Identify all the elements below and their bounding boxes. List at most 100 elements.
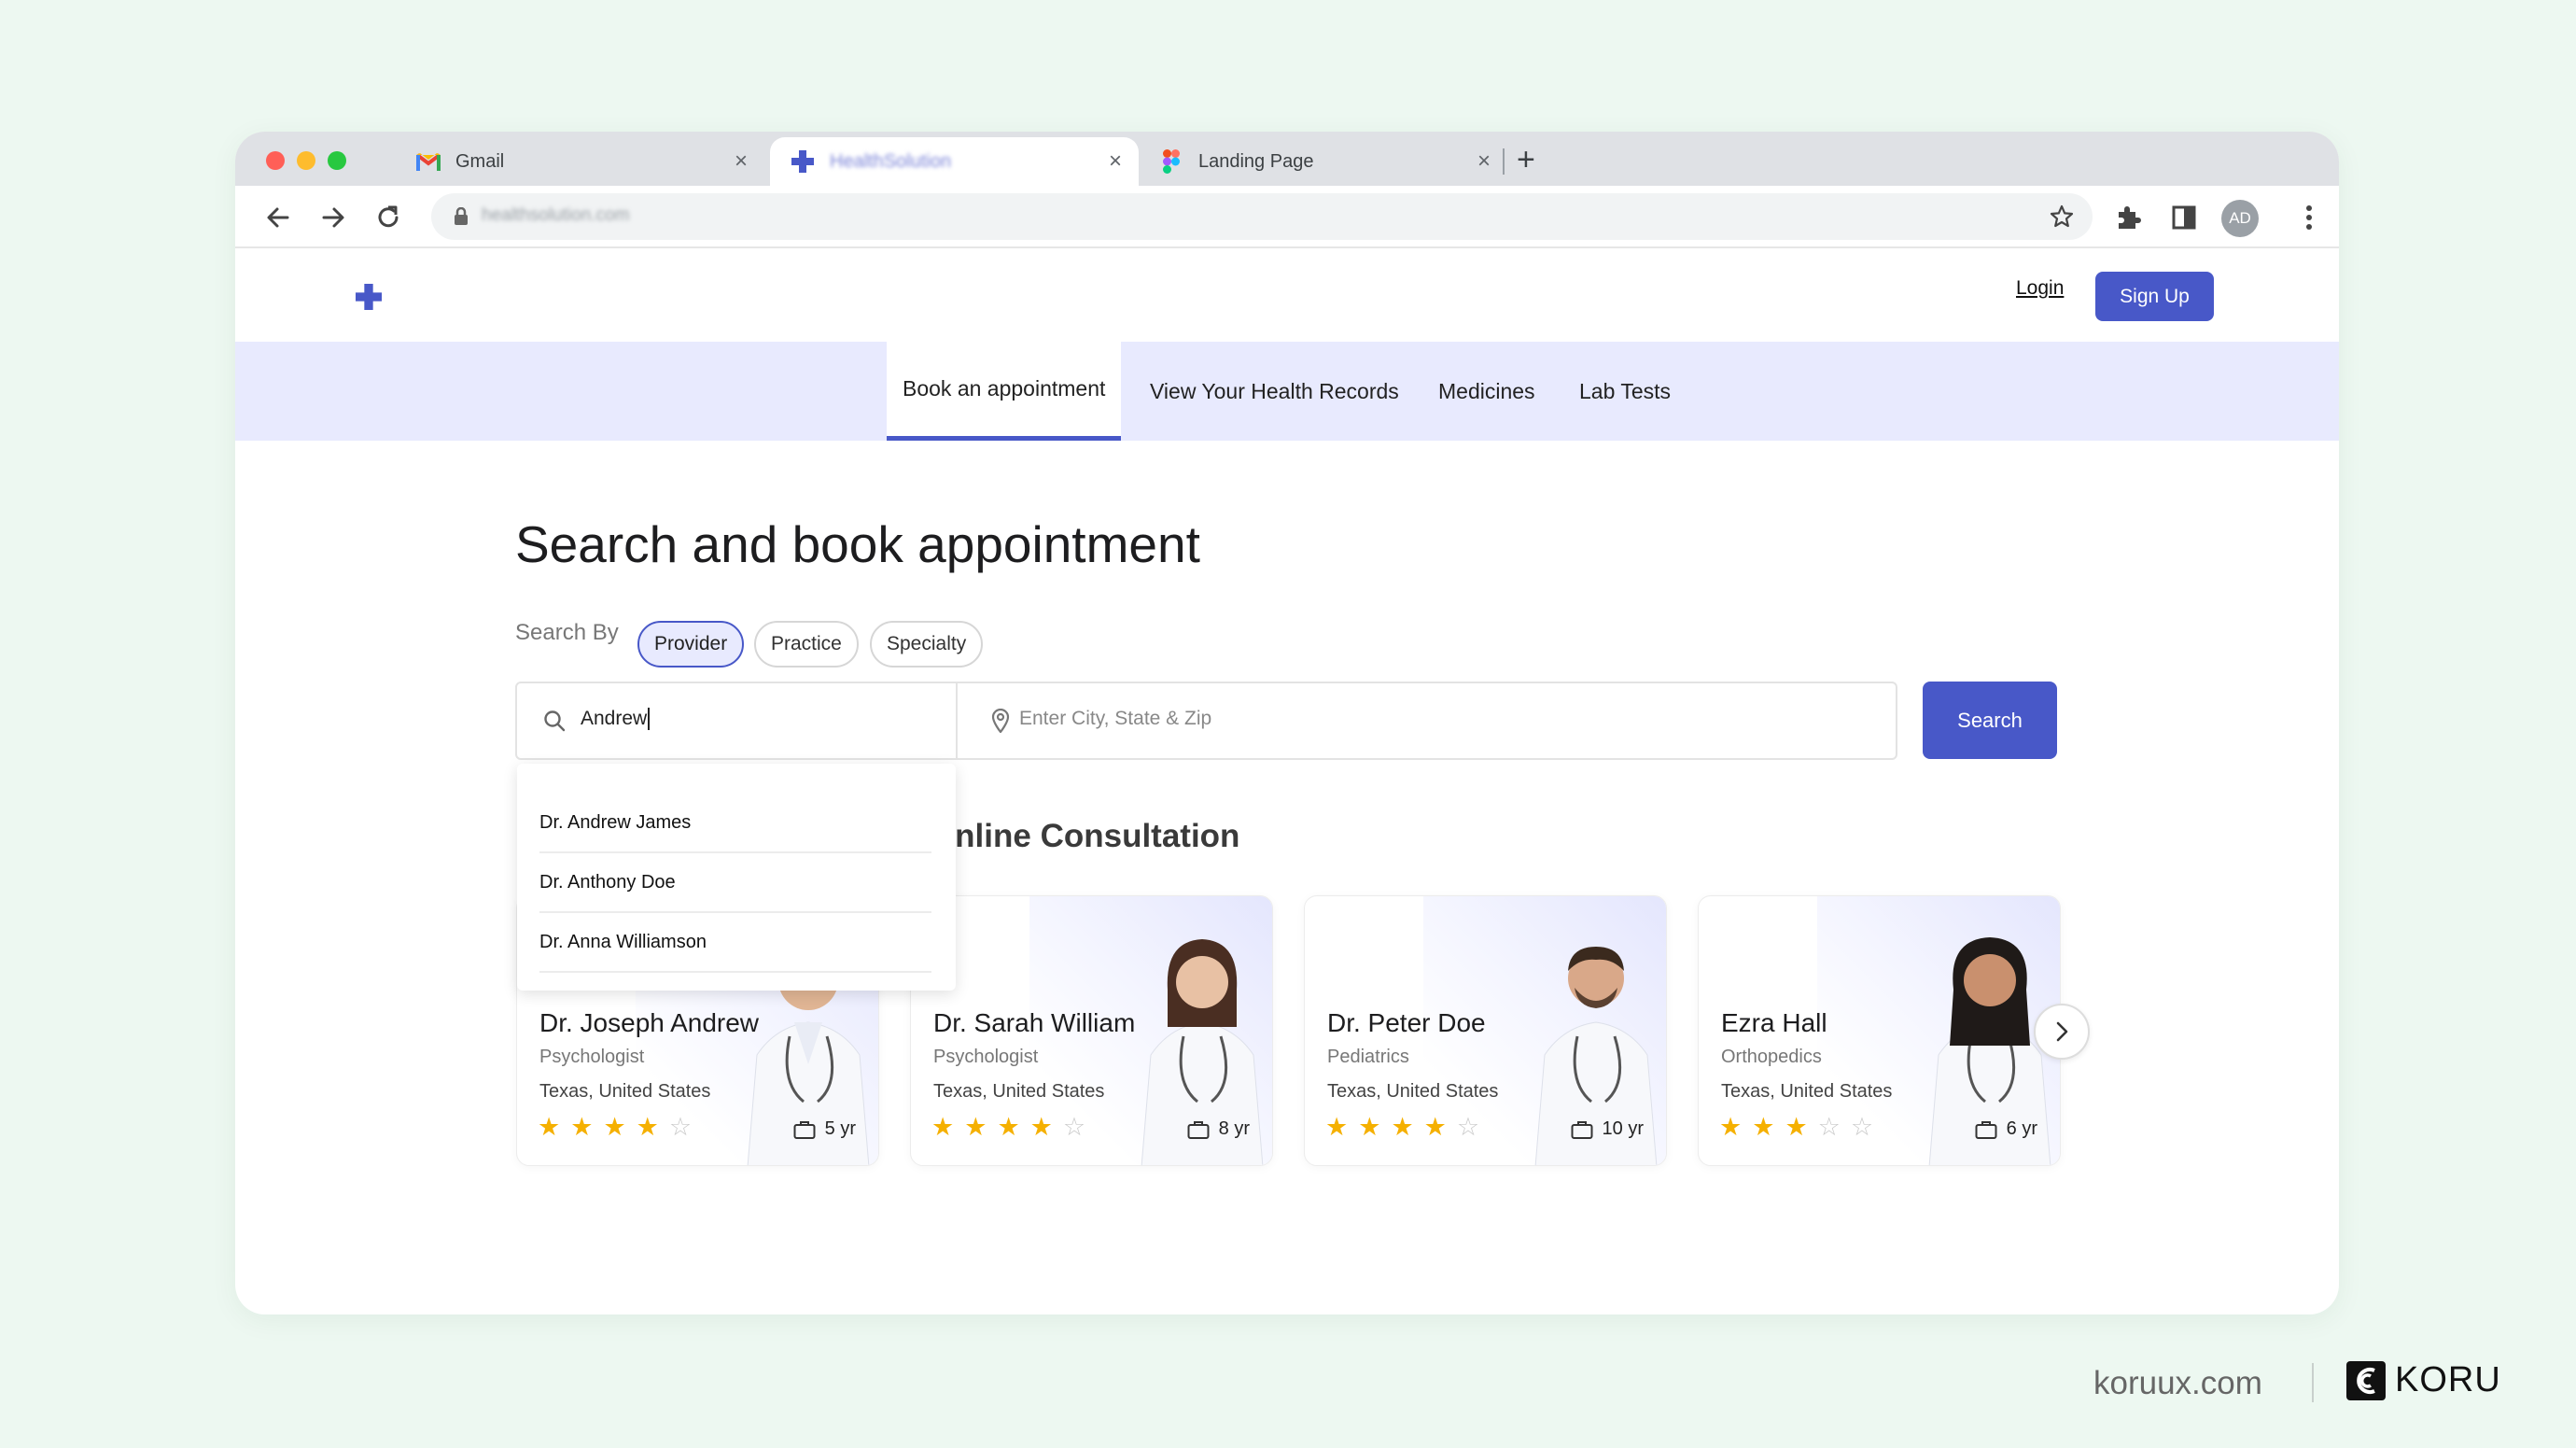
filter-chip-provider[interactable]: Provider	[637, 621, 745, 668]
carousel-next-button[interactable]	[2034, 1004, 2090, 1060]
briefcase-icon	[1975, 1120, 1997, 1139]
profile-avatar[interactable]: AD	[2221, 200, 2259, 237]
rating-stars: ★★★☆☆	[1719, 1113, 1883, 1142]
doctor-specialty: Pediatrics	[1327, 1047, 1409, 1067]
experience: 10 yr	[1571, 1118, 1644, 1140]
logo-plus-icon[interactable]	[356, 284, 382, 315]
tab-label: HealthSolution	[830, 150, 952, 172]
doctor-name: Dr. Peter Doe	[1327, 1008, 1486, 1037]
doctor-name: Dr. Joseph Andrew	[539, 1008, 760, 1037]
experience: 8 yr	[1187, 1118, 1250, 1140]
suggestion-item[interactable]: Dr. Andrew James	[539, 794, 931, 853]
nav-tab-health-records[interactable]: View Your Health Records	[1150, 342, 1399, 441]
browser-tab-gmail[interactable]: Gmail ×	[396, 137, 764, 186]
browser-toolbar: healthsolution.com AD	[235, 186, 2339, 248]
star-filled-icon: ★	[1752, 1113, 1785, 1141]
briefcase-icon	[793, 1120, 816, 1139]
star-filled-icon: ★	[931, 1113, 965, 1141]
chevron-right-icon	[2056, 1021, 2068, 1042]
bookmark-star-icon[interactable]	[2050, 204, 2074, 233]
footer-separator	[2312, 1363, 2314, 1402]
rating-stars: ★★★★☆	[931, 1113, 1096, 1142]
koru-logo-icon	[2346, 1360, 2386, 1400]
footer-domain: koruux.com	[2093, 1365, 2262, 1401]
close-window-dot[interactable]	[266, 151, 285, 170]
briefcase-icon	[1571, 1120, 1593, 1139]
close-tab-icon[interactable]: ×	[735, 149, 748, 174]
gmail-icon	[416, 149, 441, 174]
back-icon[interactable]	[258, 197, 299, 238]
lock-icon	[454, 206, 469, 231]
star-filled-icon: ★	[997, 1113, 1030, 1141]
doctor-location: Texas, United States	[933, 1081, 1105, 1102]
forward-icon[interactable]	[313, 197, 354, 238]
maximize-window-dot[interactable]	[328, 151, 346, 170]
star-filled-icon: ★	[603, 1113, 637, 1141]
doctor-location: Texas, United States	[539, 1081, 711, 1102]
close-tab-icon[interactable]: ×	[1109, 149, 1122, 174]
rating-stars: ★★★★☆	[538, 1113, 702, 1142]
tab-label: Landing Page	[1198, 150, 1314, 172]
browser-tab-landing-page[interactable]: Landing Page ×	[1139, 137, 1507, 186]
doctor-card[interactable]: Dr. Peter Doe Pediatrics Texas, United S…	[1304, 895, 1667, 1166]
star-empty-icon: ☆	[1062, 1113, 1097, 1141]
login-link[interactable]: Login	[2016, 277, 2064, 300]
star-filled-icon: ★	[1785, 1113, 1818, 1141]
extensions-icon[interactable]	[2107, 197, 2149, 238]
doctor-location: Texas, United States	[1327, 1081, 1499, 1102]
experience: 6 yr	[1975, 1118, 2037, 1140]
plus-icon	[791, 149, 815, 174]
suggestion-item[interactable]: Dr. Anthony Doe	[539, 853, 931, 913]
star-filled-icon: ★	[1358, 1113, 1392, 1141]
nav-tab-book-appointment[interactable]: Book an appointment	[887, 342, 1122, 441]
address-bar[interactable]: healthsolution.com	[431, 193, 2093, 240]
sign-up-button[interactable]: Sign Up	[2095, 272, 2214, 321]
doctor-specialty: Psychologist	[933, 1047, 1039, 1067]
new-tab-icon[interactable]: +	[1517, 143, 1535, 176]
doctor-card[interactable]: Ezra Hall Orthopedics Texas, United Stat…	[1698, 895, 2061, 1166]
browser-tab-healthsolution[interactable]: HealthSolution ×	[770, 137, 1139, 186]
star-filled-icon: ★	[1719, 1113, 1753, 1141]
doctor-name: Ezra Hall	[1721, 1008, 1827, 1037]
minimize-window-dot[interactable]	[297, 151, 315, 170]
nav-tab-medicines[interactable]: Medicines	[1438, 342, 1535, 441]
provider-search-input[interactable]: Andrew	[581, 708, 935, 731]
doctor-card[interactable]: Dr. Sarah William Psychologist Texas, Un…	[910, 895, 1273, 1166]
filter-chip-specialty[interactable]: Specialty	[870, 621, 984, 668]
location-input[interactable]: Enter City, State & Zip	[1019, 708, 1766, 730]
more-menu-icon[interactable]	[2289, 197, 2330, 238]
search-icon	[543, 710, 566, 737]
star-empty-icon: ☆	[1817, 1113, 1851, 1141]
briefcase-icon	[1187, 1120, 1210, 1139]
reload-icon[interactable]	[368, 197, 409, 238]
footer-brand: KORU	[2346, 1360, 2501, 1400]
star-filled-icon: ★	[1391, 1113, 1424, 1141]
star-filled-icon: ★	[1325, 1113, 1359, 1141]
figma-icon	[1159, 149, 1183, 174]
nav-tab-lab-tests[interactable]: Lab Tests	[1579, 342, 1671, 441]
close-tab-icon[interactable]: ×	[1477, 149, 1491, 174]
star-filled-icon: ★	[1029, 1113, 1063, 1141]
star-empty-icon: ☆	[1456, 1113, 1491, 1141]
doctor-name: Dr. Sarah William	[933, 1008, 1136, 1037]
star-filled-icon: ★	[1423, 1113, 1457, 1141]
tab-label: Gmail	[455, 150, 505, 172]
browser-window: Gmail × HealthSolution × Landing Page × …	[235, 132, 2339, 1314]
star-empty-icon: ☆	[668, 1113, 703, 1141]
tab-separator	[1503, 148, 1505, 175]
search-divider	[956, 683, 958, 758]
filter-chip-practice[interactable]: Practice	[754, 621, 859, 668]
doctor-location: Texas, United States	[1721, 1081, 1893, 1102]
tab-bar: Gmail × HealthSolution × Landing Page × …	[235, 132, 2339, 186]
suggestion-item[interactable]: Dr. Anna Williamson	[539, 913, 931, 973]
star-filled-icon: ★	[538, 1113, 571, 1141]
main-nav: Book an appointment View Your Health Rec…	[235, 342, 2339, 441]
side-panel-icon[interactable]	[2163, 197, 2205, 238]
page-title: Search and book appointment	[515, 515, 1200, 573]
search-suggestions-dropdown: Dr. Andrew James Dr. Anthony Doe Dr. Ann…	[517, 764, 956, 991]
rating-stars: ★★★★☆	[1325, 1113, 1490, 1142]
search-button[interactable]: Search	[1923, 682, 2057, 759]
search-bar: Andrew Enter City, State & Zip	[515, 682, 1897, 760]
location-pin-icon	[991, 708, 1010, 738]
star-filled-icon: ★	[570, 1113, 604, 1141]
